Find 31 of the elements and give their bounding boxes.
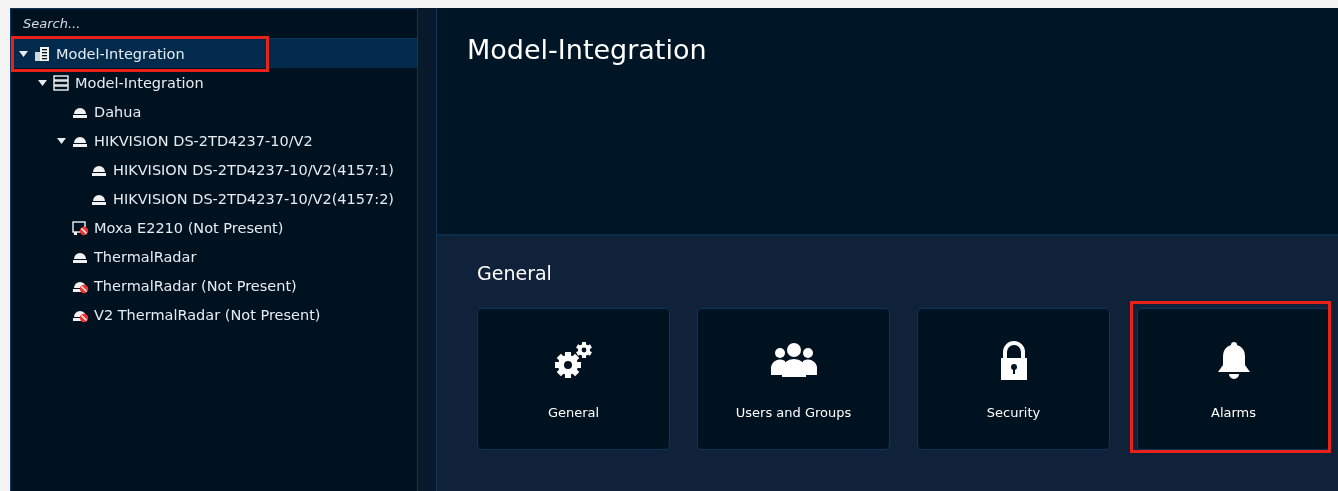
tree-item-label: Dahua (94, 103, 142, 120)
expand-arrow-icon[interactable] (38, 79, 47, 86)
server-icon (52, 74, 70, 91)
settings-tile[interactable]: General (477, 308, 670, 450)
tree-item-label: HIKVISION DS-2TD4237-10/V2(4157:1) (113, 161, 395, 178)
tree-item[interactable]: HIKVISION DS-2TD4237-10/V2 (11, 126, 417, 155)
page-title: Model-Integration (467, 34, 708, 65)
expand-arrow-icon[interactable] (19, 50, 28, 57)
section-title: General (477, 262, 553, 284)
tree-item[interactable]: HIKVISION DS-2TD4237-10/V2(4157:2) (11, 184, 417, 213)
tree-item-label: Model-Integration (56, 45, 185, 62)
tree-item-label: Model-Integration (75, 74, 204, 91)
tree-item[interactable]: Moxa E2210 (Not Present) (11, 213, 417, 242)
tree-item[interactable]: Model-Integration (11, 68, 417, 97)
settings-tile[interactable]: Security (917, 308, 1110, 450)
tree-item-label: ThermalRadar (94, 248, 197, 265)
device-blocked-icon (71, 219, 89, 236)
expand-arrow-icon[interactable] (57, 137, 66, 144)
tree-item-label: Moxa E2210 (Not Present) (94, 219, 284, 236)
tree-item[interactable]: Dahua (11, 97, 417, 126)
tree-item[interactable]: HIKVISION DS-2TD4237-10/V2(4157:1) (11, 155, 417, 184)
tree-item-label: HIKVISION DS-2TD4237-10/V2 (94, 132, 313, 149)
tree-item-label: ThermalRadar (Not Present) (94, 277, 297, 294)
tree-item[interactable]: V2 ThermalRadar (Not Present) (11, 300, 417, 329)
tree-item-label: V2 ThermalRadar (Not Present) (94, 306, 321, 323)
settings-tile[interactable]: Users and Groups (697, 308, 890, 450)
tree-item-label: HIKVISION DS-2TD4237-10/V2(4157:2) (113, 190, 395, 207)
settings-tile[interactable]: Alarms (1137, 308, 1330, 450)
tree-item[interactable]: ThermalRadar (11, 242, 417, 271)
tree-item[interactable]: ThermalRadar (Not Present) (11, 271, 417, 300)
building-icon (33, 45, 51, 62)
